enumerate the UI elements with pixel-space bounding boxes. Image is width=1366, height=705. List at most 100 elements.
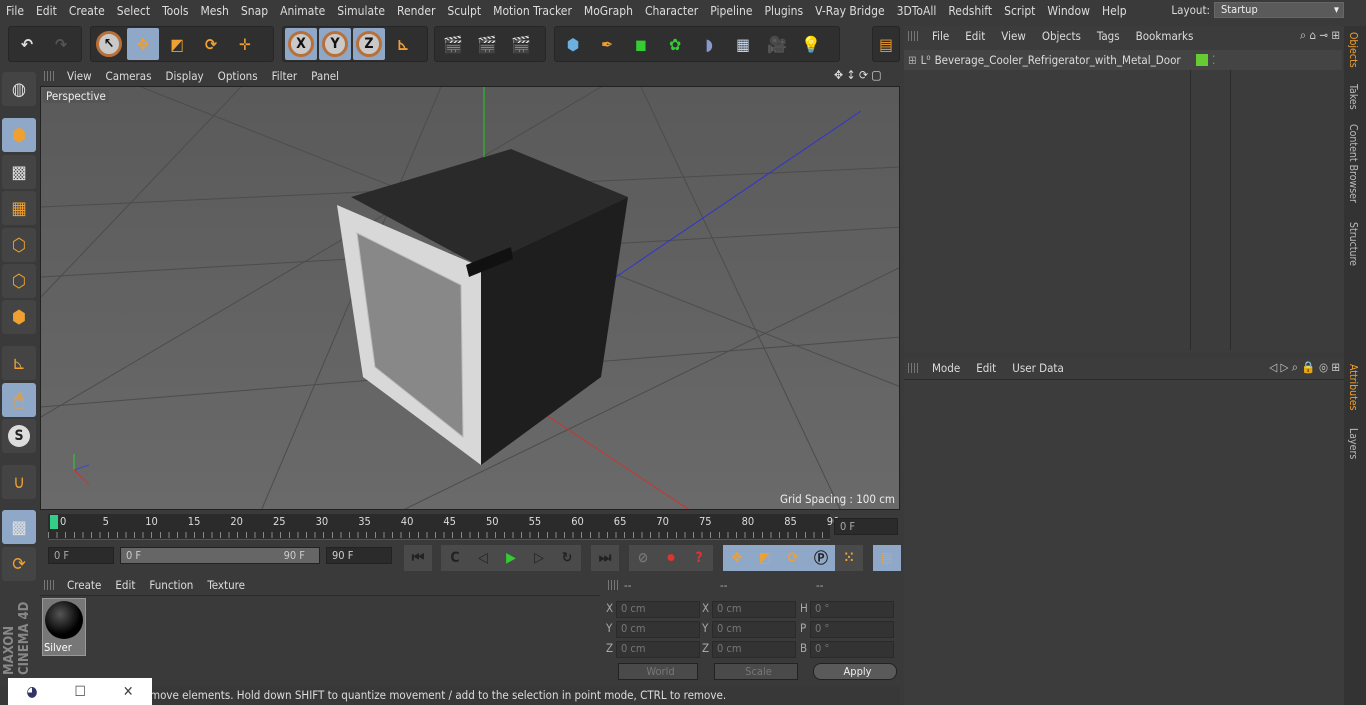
menu-pipeline[interactable]: Pipeline: [704, 4, 758, 18]
move-tool-icon[interactable]: ✥: [127, 28, 159, 60]
coordinate-system-icon[interactable]: ⊾: [387, 28, 419, 60]
layout-selector[interactable]: Layout: Startup ▾: [1171, 2, 1344, 18]
render-view-icon[interactable]: 🎬: [437, 28, 469, 60]
transform-tool-icon[interactable]: ✛: [229, 28, 261, 60]
pen-icon[interactable]: ✒: [591, 28, 623, 60]
key-scale-icon[interactable]: ◩: [751, 545, 779, 571]
material-menu-create[interactable]: Create: [60, 578, 108, 592]
x-axis-button[interactable]: X: [285, 28, 317, 60]
prev-key-icon[interactable]: C: [441, 545, 469, 571]
object-menu-view[interactable]: View: [993, 29, 1034, 43]
scale-dropdown[interactable]: Scale: [714, 663, 798, 680]
cinema4d-app-icon[interactable]: ◕: [27, 684, 38, 700]
subdivision-icon[interactable]: ◼: [625, 28, 657, 60]
coord-field[interactable]: 0 °: [810, 641, 894, 658]
menu-plugins[interactable]: Plugins: [758, 4, 809, 18]
key-rotation-icon[interactable]: ⟳: [779, 545, 807, 571]
object-menu-objects[interactable]: Objects: [1034, 29, 1089, 43]
camera-icon[interactable]: 🎥: [761, 28, 793, 60]
points-mode-icon[interactable]: ⬡: [2, 228, 36, 262]
object-menu-tags[interactable]: Tags: [1089, 29, 1128, 43]
attribute-menu-mode[interactable]: Mode: [924, 361, 968, 375]
menu-v-ray-bridge[interactable]: V-Ray Bridge: [809, 4, 890, 18]
menu-3dtoall[interactable]: 3DToAll: [891, 4, 943, 18]
menu-select[interactable]: Select: [111, 4, 156, 18]
menu-create[interactable]: Create: [63, 4, 111, 18]
layer-tag-icon[interactable]: [1196, 54, 1208, 66]
workplane-icon[interactable]: ◍: [2, 72, 36, 106]
object-menu-bookmarks[interactable]: Bookmarks: [1128, 29, 1202, 43]
viewport-menu-view[interactable]: View: [60, 69, 99, 83]
viewport-menu-panel[interactable]: Panel: [304, 69, 346, 83]
tab-takes[interactable]: Takes: [1347, 84, 1359, 110]
axis-mode-icon[interactable]: ⊾: [2, 346, 36, 380]
coord-field[interactable]: 0 cm: [616, 621, 700, 638]
menu-window[interactable]: Window: [1041, 4, 1096, 18]
keyframe-selection-icon[interactable]: ?: [685, 545, 713, 571]
menu-animate[interactable]: Animate: [274, 4, 331, 18]
workplane-mode-icon[interactable]: ▦: [2, 191, 36, 225]
menu-help[interactable]: Help: [1096, 4, 1133, 18]
menu-edit[interactable]: Edit: [30, 4, 63, 18]
object-manager-icons[interactable]: ⌕ ⌂ ⊸ ⊞: [1300, 28, 1340, 43]
coord-field[interactable]: 0 cm: [712, 621, 796, 638]
menu-tools[interactable]: Tools: [156, 4, 194, 18]
undo-icon[interactable]: ↶: [11, 28, 43, 60]
timeline-ruler[interactable]: 051015202530354045505560657075808590 0 F: [40, 512, 900, 542]
coord-field[interactable]: 0 cm: [712, 641, 796, 658]
next-frame-icon[interactable]: ▷: [525, 545, 553, 571]
texture-mode-icon[interactable]: ▩: [2, 155, 36, 189]
y-axis-button[interactable]: Y: [319, 28, 351, 60]
material-swatch[interactable]: Silver: [42, 598, 86, 656]
select-tool-icon[interactable]: ↖: [93, 28, 125, 60]
record-disabled-icon[interactable]: ⊘: [629, 545, 657, 571]
tab-content-browser[interactable]: Content Browser: [1347, 124, 1359, 203]
end-frame-field[interactable]: 90 F: [326, 547, 392, 564]
scale-tool-icon[interactable]: ◩: [161, 28, 193, 60]
menu-render[interactable]: Render: [391, 4, 441, 18]
menu-motion-tracker[interactable]: Motion Tracker: [487, 4, 578, 18]
attribute-menu-edit[interactable]: Edit: [968, 361, 1004, 375]
object-menu-edit[interactable]: Edit: [957, 29, 993, 43]
prev-frame-icon[interactable]: ◁: [469, 545, 497, 571]
tab-structure[interactable]: Structure: [1347, 222, 1359, 266]
autokey-icon[interactable]: ⏺: [657, 545, 685, 571]
object-menu-file[interactable]: File: [924, 29, 957, 43]
timeline-window-icon[interactable]: ▤: [873, 545, 901, 571]
coordinate-system-dropdown[interactable]: World: [618, 663, 698, 680]
menu-sculpt[interactable]: Sculpt: [441, 4, 487, 18]
playhead[interactable]: [50, 515, 58, 529]
expand-icon[interactable]: ⊞: [908, 53, 917, 67]
tab-objects[interactable]: Objects: [1347, 32, 1359, 68]
menu-mesh[interactable]: Mesh: [194, 4, 234, 18]
menu-simulate[interactable]: Simulate: [331, 4, 391, 18]
coord-field[interactable]: 0 °: [810, 601, 894, 618]
start-frame-field[interactable]: 0 F: [48, 547, 114, 564]
z-axis-button[interactable]: Z: [353, 28, 385, 60]
render-settings-icon[interactable]: 🎬: [505, 28, 537, 60]
go-to-start-icon[interactable]: ⏮: [404, 545, 432, 571]
frame-range-slider[interactable]: 0 F 90 F: [120, 547, 320, 564]
menu-redshift[interactable]: Redshift: [942, 4, 998, 18]
play-icon[interactable]: ▶: [497, 545, 525, 571]
current-frame-field[interactable]: 0 F: [834, 518, 898, 535]
viewport-menu-filter[interactable]: Filter: [265, 69, 305, 83]
material-menu-texture[interactable]: Texture: [200, 578, 252, 592]
layout-dropdown[interactable]: Startup ▾: [1214, 2, 1344, 18]
coord-field[interactable]: 0 cm: [712, 601, 796, 618]
menu-character[interactable]: Character: [639, 4, 704, 18]
menu-snap[interactable]: Snap: [235, 4, 274, 18]
cube-icon[interactable]: ⬢: [557, 28, 589, 60]
menu-mograph[interactable]: MoGraph: [578, 4, 639, 18]
object-row[interactable]: ⊞ L⁰ Beverage_Cooler_Refrigerator_with_M…: [904, 50, 1342, 70]
deformer-icon[interactable]: ◗: [693, 28, 725, 60]
tab-layers[interactable]: Layers: [1347, 428, 1359, 459]
rotate-tool-icon[interactable]: ⟳: [195, 28, 227, 60]
viewport-nav-icons[interactable]: ✥ ↕ ⟳ ▢: [834, 68, 882, 82]
edges-mode-icon[interactable]: ⬡: [2, 264, 36, 298]
key-pla-icon[interactable]: ⁙: [835, 545, 863, 571]
attribute-menu-user-data[interactable]: User Data: [1004, 361, 1072, 375]
render-region-icon[interactable]: ▤: [872, 26, 900, 62]
menu-script[interactable]: Script: [998, 4, 1041, 18]
tab-attributes[interactable]: Attributes: [1347, 364, 1359, 411]
